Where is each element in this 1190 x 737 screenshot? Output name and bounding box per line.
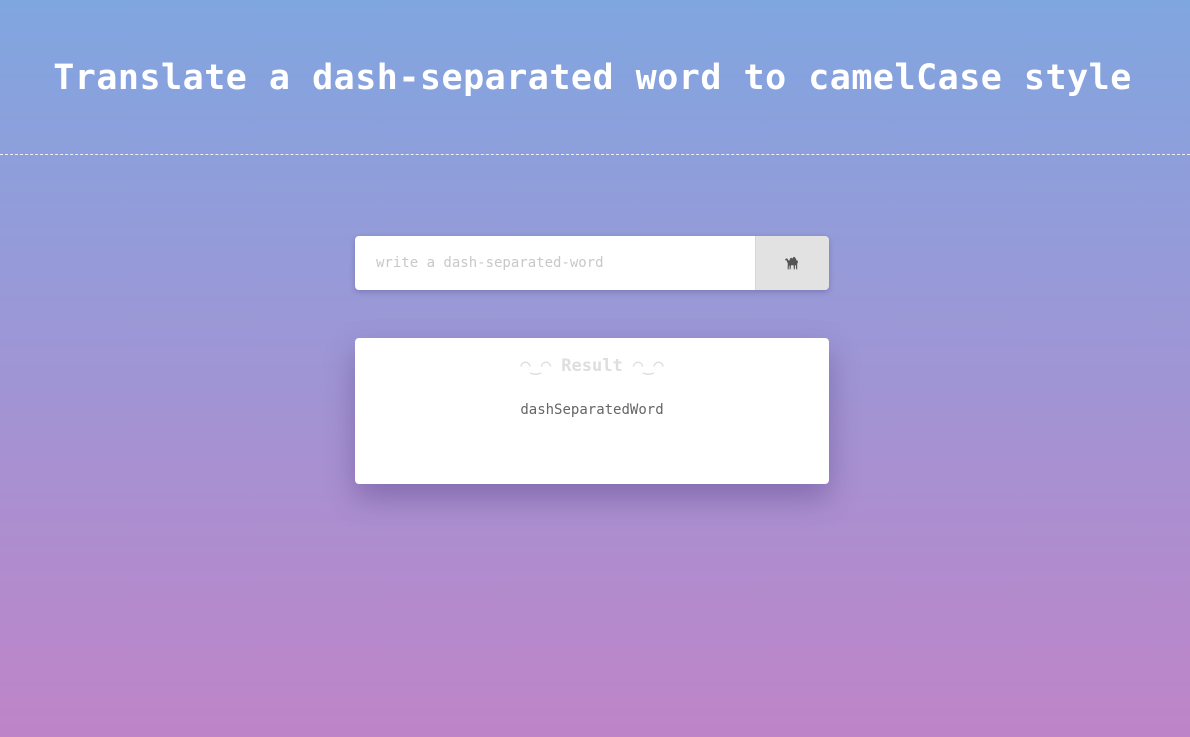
convert-button[interactable] [755, 236, 829, 290]
result-card: ◠‿◠ Result ◠‿◠ dashSeparatedWord [355, 338, 829, 484]
dash-word-input[interactable] [355, 236, 755, 290]
translate-form [355, 236, 829, 290]
result-value: dashSeparatedWord [520, 402, 664, 418]
result-heading: ◠‿◠ Result ◠‿◠ [520, 356, 664, 376]
page-title: Translate a dash-separated word to camel… [53, 58, 1132, 98]
page-header: Translate a dash-separated word to camel… [0, 0, 1190, 155]
camel-icon [783, 255, 801, 271]
